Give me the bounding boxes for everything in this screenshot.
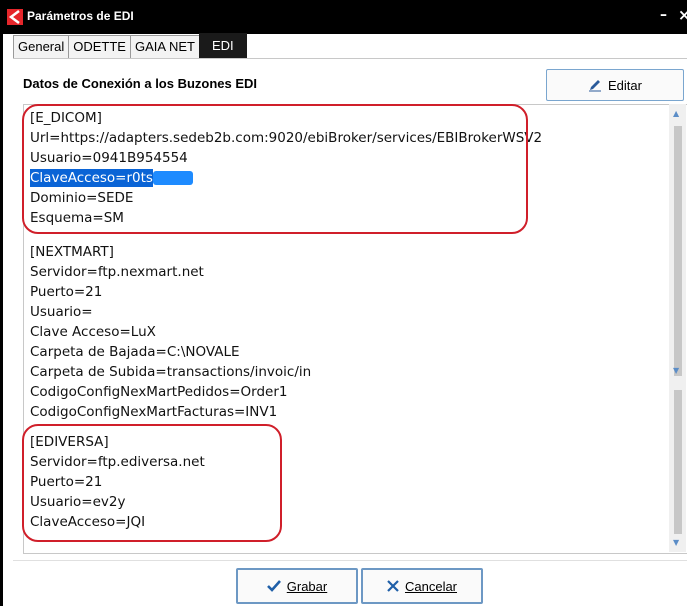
tab-strip: General ODETTE GAIA NET EDI [13, 33, 247, 58]
edicom-dominio: Dominio=SEDE [30, 190, 134, 206]
vertical-scrollbar[interactable]: ▲ ▼ ▼ [669, 104, 686, 552]
save-button[interactable]: Grabar [236, 568, 358, 604]
title-bar: Parámetros de EDI – × [0, 0, 687, 34]
ediversa-clave: ClaveAcceso=JQI [30, 514, 146, 530]
minimize-button[interactable]: – [660, 7, 667, 23]
redacted-mark [187, 153, 232, 163]
ediversa-puerto: Puerto=21 [30, 474, 103, 490]
edicom-clave: ClaveAcceso=r0ts [30, 167, 193, 189]
selected-text: ClaveAcceso=r0ts [30, 169, 153, 187]
edicom-url: Url=https://adapters.sedeb2b.com:9020/eb… [30, 130, 543, 146]
nextmart-clave: Clave Acceso=LuX [30, 324, 156, 340]
redacted-mark [152, 171, 193, 185]
nextmart-carpeta-subida: Carpeta de Subida=transactions/invoic/in [30, 364, 312, 380]
app-logo-icon [7, 9, 23, 25]
scroll-down-icon[interactable]: ▼ [673, 538, 679, 547]
window-left-border [0, 34, 3, 606]
close-button[interactable]: × [678, 6, 687, 24]
nextmart-carpeta-bajada: Carpeta de Bajada=C:\NOVALE [30, 344, 240, 360]
tab-general[interactable]: General [13, 35, 70, 58]
ediversa-servidor: Servidor=ftp.ediversa.net [30, 454, 205, 470]
nextmart-header: [NEXTMART] [30, 244, 114, 260]
section-title: Datos de Conexión a los Buzones EDI [23, 76, 258, 91]
nextmart-pedidos: CodigoConfigNexMartPedidos=Order1 [30, 384, 288, 400]
window-title: Parámetros de EDI [27, 9, 134, 23]
check-icon [266, 580, 281, 592]
scroll-thumb[interactable] [674, 126, 682, 376]
edit-button-label: Editar [608, 77, 642, 93]
scroll-up-icon[interactable]: ▲ [673, 109, 679, 118]
ediversa-usuario: Usuario=ev2y [30, 494, 126, 510]
footer-divider [13, 560, 687, 561]
nextmart-servidor: Servidor=ftp.nexmart.net [30, 264, 204, 280]
save-button-label: Grabar [286, 578, 328, 594]
pencil-icon [588, 78, 602, 92]
edicom-usuario: Usuario=0941B954554 [30, 147, 232, 169]
cancel-button-label: Cancelar [404, 578, 458, 594]
tab-gaia-net[interactable]: GAIA NET [129, 35, 200, 58]
cancel-button[interactable]: Cancelar [361, 568, 483, 604]
edicom-header: [E_DICOM] [30, 110, 102, 126]
nextmart-facturas: CodigoConfigNexMartFacturas=INV1 [30, 404, 278, 420]
x-icon [387, 580, 399, 592]
nextmart-usuario: Usuario= [30, 304, 93, 320]
edit-button[interactable]: Editar [546, 69, 684, 101]
edicom-esquema: Esquema=SM [30, 210, 124, 226]
scroll-thumb[interactable] [674, 390, 682, 534]
tab-edi[interactable]: EDI [198, 33, 247, 58]
tab-odette[interactable]: ODETTE [68, 35, 131, 58]
ediversa-header: [EDIVERSA] [30, 434, 109, 450]
nextmart-puerto: Puerto=21 [30, 284, 103, 300]
edi-config-textarea[interactable]: [E_DICOM] Url=https://adapters.sedeb2b.c… [23, 104, 687, 554]
scroll-down-icon[interactable]: ▼ [673, 366, 679, 375]
